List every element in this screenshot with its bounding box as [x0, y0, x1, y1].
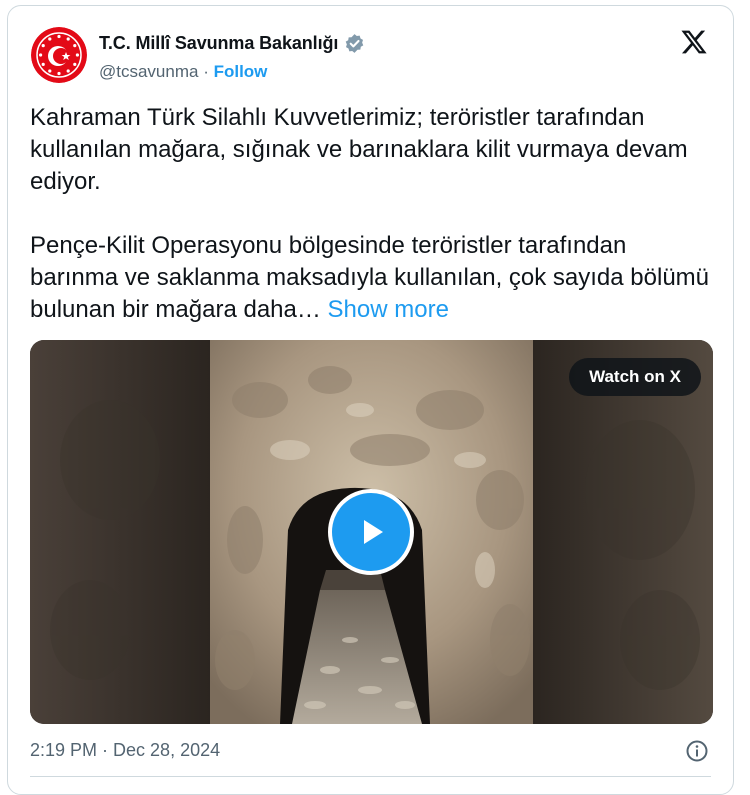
handle-row: @tcsavunma · Follow: [99, 62, 267, 82]
verified-badge-icon: [345, 34, 364, 53]
tweet-paragraph-1: Kahraman Türk Silahlı Kuvvetlerimiz; ter…: [30, 104, 695, 195]
author-display-name[interactable]: T.C. Millî Savunma Bakanlığı: [99, 33, 338, 54]
play-button[interactable]: [328, 489, 414, 575]
video-media[interactable]: Watch on X: [30, 340, 713, 724]
follow-button[interactable]: Follow: [214, 62, 268, 81]
x-logo-icon[interactable]: [679, 28, 709, 56]
play-icon: [364, 520, 383, 544]
show-more-link[interactable]: Show more: [328, 296, 449, 323]
info-icon[interactable]: [685, 739, 709, 763]
watch-on-x-label: Watch on X: [589, 367, 681, 386]
watch-on-x-button[interactable]: Watch on X: [569, 358, 701, 396]
tweet-card[interactable]: T.C. Millî Savunma Bakanlığı @tcsavunma …: [7, 5, 734, 795]
ministry-seal-icon: [31, 27, 87, 83]
avatar[interactable]: [31, 27, 87, 83]
author-handle[interactable]: @tcsavunma: [99, 62, 198, 81]
handle-separator: ·: [198, 62, 214, 81]
tweet-timestamp[interactable]: 2:19 PM · Dec 28, 2024: [30, 740, 220, 761]
author-name-row[interactable]: T.C. Millî Savunma Bakanlığı: [99, 33, 365, 54]
footer-divider: [30, 776, 711, 777]
tweet-text: Kahraman Türk Silahlı Kuvvetlerimiz; ter…: [30, 102, 720, 326]
